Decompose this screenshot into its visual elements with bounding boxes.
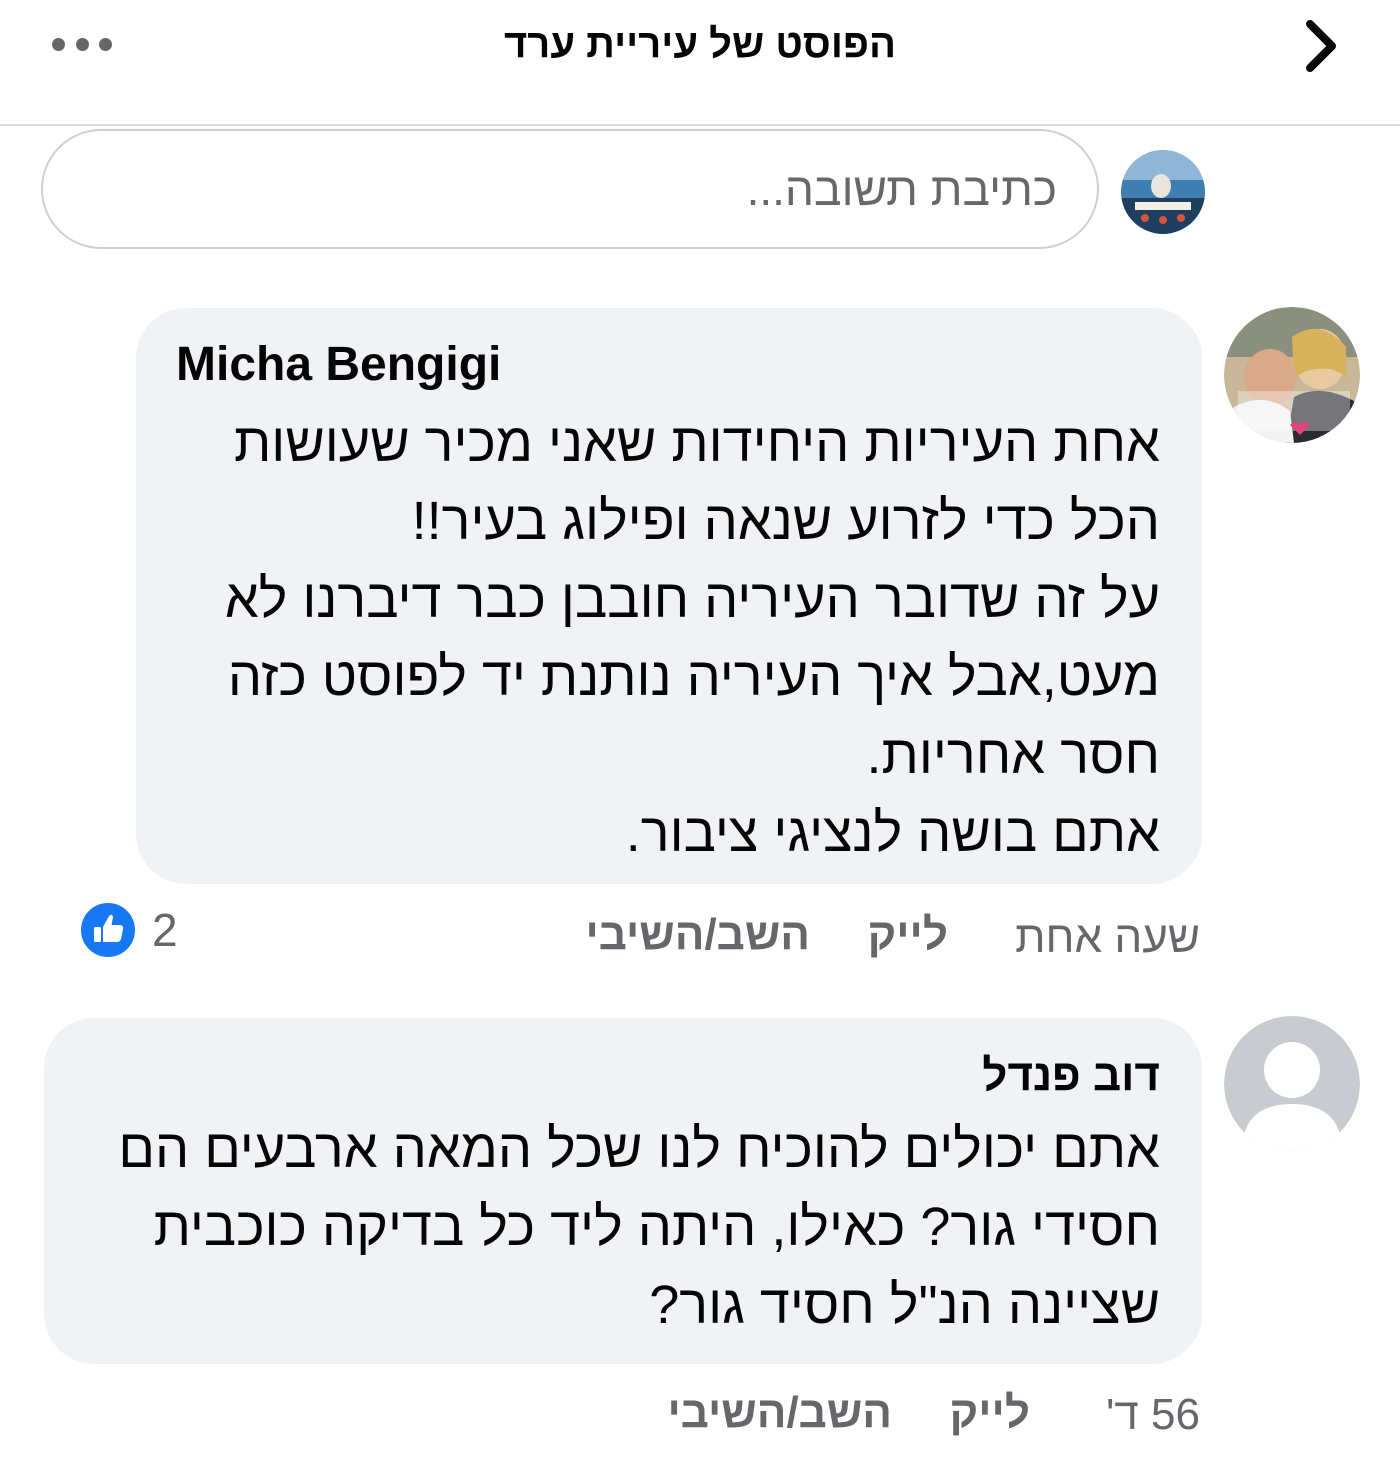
comment-text-line: שציינה הנ"ל חסיד גור? — [649, 1275, 1160, 1335]
reaction-count: 2 — [152, 904, 178, 956]
comment-timestamp[interactable]: שעה אחת — [1015, 913, 1200, 963]
commenter-avatar[interactable] — [1224, 307, 1360, 443]
comment-text-line: אחת העיריות היחידות שאני מכיר שעושות — [234, 413, 1160, 473]
default-avatar-icon[interactable] — [1224, 1016, 1360, 1152]
comment-bubble: Micha Bengigi אחת העיריות היחידות שאני מ… — [136, 308, 1202, 884]
comment-timestamp[interactable]: 56 ד' — [1106, 1390, 1200, 1440]
comment-text-line: אתם בושה לנציגי ציבור. — [625, 803, 1160, 863]
comment-text-line: אתם יכולים להוכיח לנו שכל המאה ארבעים הם — [118, 1119, 1160, 1179]
reply-placeholder: כתיבת תשובה... — [746, 163, 1057, 215]
comment-text-line: מעט,אבל איך העיריה נותנת יד לפוסט כזה — [227, 647, 1160, 707]
comment-text-line: על זה שדובר העיריה חובבן כבר דיברנו לא — [224, 569, 1160, 629]
comment-text-line: הכל כדי לזרוע שנאה ופילוג בעיר!! — [411, 491, 1160, 551]
reply-input[interactable]: כתיבת תשובה... — [41, 129, 1099, 249]
post-comments-screen: הפוסט של עיריית ערד כתיבת תשובה... Micha… — [0, 0, 1400, 1478]
top-bar: הפוסט של עיריית ערד — [0, 0, 1400, 126]
comment-text-line: חסר אחריות. — [866, 725, 1160, 785]
like-button[interactable]: לייק — [868, 910, 948, 960]
comment-text-line: חסידי גור? כאילו, היתה ליד כל בדיקה כוכב… — [153, 1197, 1160, 1257]
comment-author[interactable]: Micha Bengigi — [176, 338, 1160, 392]
comment-author[interactable]: דוב פנדל — [84, 1050, 1160, 1102]
reply-button[interactable]: השב/השיבי — [585, 910, 810, 960]
reply-button[interactable]: השב/השיבי — [667, 1388, 892, 1438]
comment-bubble: דוב פנדל אתם יכולים להוכיח לנו שכל המאה … — [44, 1018, 1202, 1364]
like-thumb-icon — [81, 903, 135, 957]
reaction-summary[interactable]: 2 — [80, 902, 178, 958]
like-button[interactable]: לייק — [950, 1388, 1030, 1438]
chevron-right-icon[interactable] — [1288, 14, 1352, 78]
page-title: הפוסט של עיריית ערד — [504, 22, 896, 66]
current-user-avatar[interactable] — [1121, 150, 1205, 234]
